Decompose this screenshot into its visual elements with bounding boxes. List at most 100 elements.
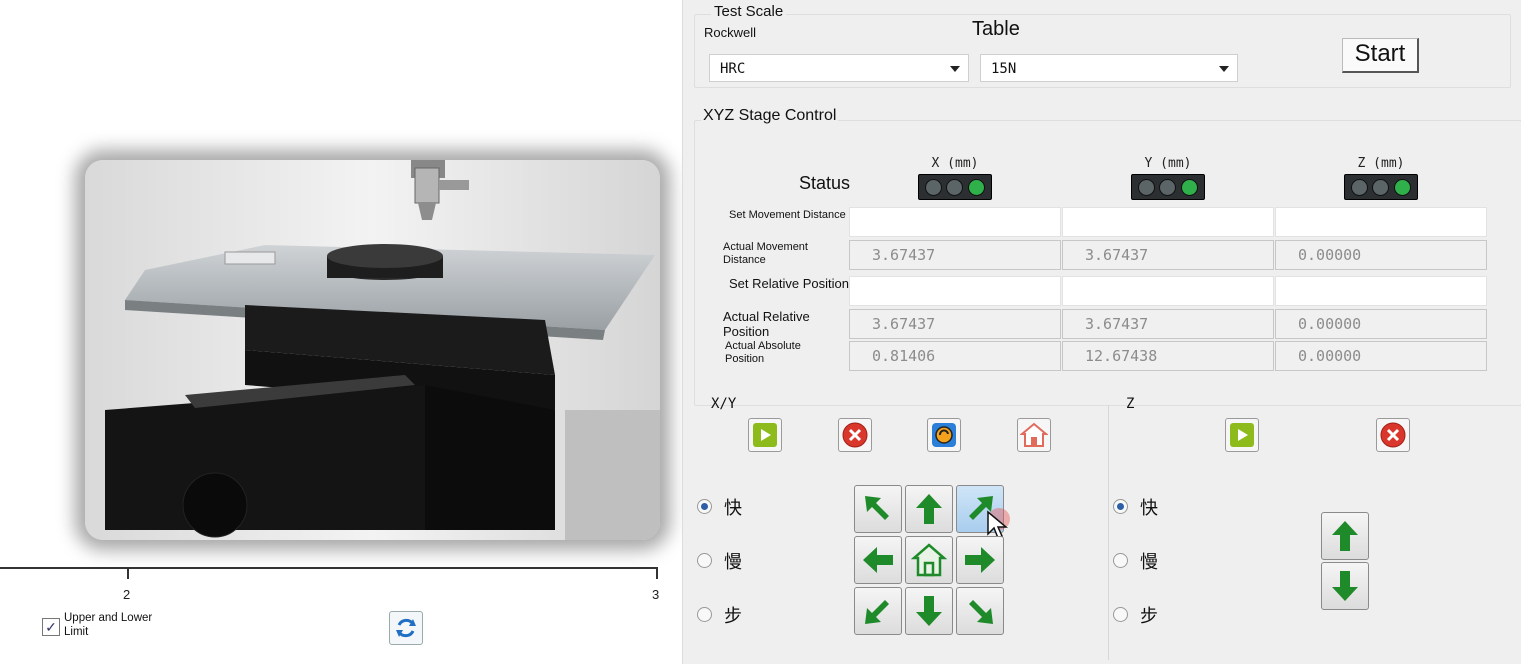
- move-left-button[interactable]: [854, 536, 902, 584]
- status-light-off: [1351, 178, 1369, 196]
- x-status-lights: [918, 174, 992, 200]
- move-up-left-button[interactable]: [854, 485, 902, 533]
- home-icon: [911, 543, 947, 577]
- status-light-off: [925, 178, 943, 196]
- arrow-down-left-icon: [865, 600, 889, 624]
- y-column-header: Y (mm): [1144, 156, 1192, 171]
- y-actual-movement: 3.67437: [1062, 240, 1274, 270]
- xy-speed-fast-label: 快: [724, 498, 742, 518]
- xyz-stage-title: XYZ Stage Control: [701, 107, 839, 125]
- z-move-down-button[interactable]: [1321, 562, 1369, 610]
- xy-panel-title: X/Y: [711, 396, 737, 412]
- status-light-off: [1159, 178, 1177, 196]
- limit-checkbox[interactable]: ✓: [42, 618, 60, 636]
- arrow-right-icon: [965, 547, 995, 573]
- arrow-down-icon: [1332, 571, 1358, 601]
- z-move-up-button[interactable]: [1321, 512, 1369, 560]
- start-button[interactable]: Start: [1342, 38, 1419, 73]
- arrow-up-icon: [1332, 521, 1358, 551]
- x-set-relative-input[interactable]: [849, 276, 1061, 306]
- status-light-off: [1372, 178, 1390, 196]
- x-actual-relative: 3.67437: [849, 309, 1061, 339]
- xy-speed-fast-radio[interactable]: [697, 499, 712, 514]
- xy-speed-step-radio[interactable]: [697, 607, 712, 622]
- z-speed-step-label: 步: [1140, 606, 1158, 626]
- test-scale-title: Test Scale: [711, 3, 787, 20]
- stage-photo: [85, 160, 660, 540]
- y-set-relative-input[interactable]: [1062, 276, 1274, 306]
- arrow-up-left-icon: [865, 496, 889, 520]
- xy-run-button[interactable]: [748, 418, 782, 452]
- z-speed-fast-label: 快: [1140, 498, 1158, 518]
- z-actual-absolute: 0.00000: [1275, 341, 1487, 371]
- actual-absolute-label: Actual Absolute Position: [725, 340, 801, 365]
- status-light-on: [967, 178, 985, 196]
- z-speed-fast-radio[interactable]: [1113, 499, 1128, 514]
- xy-speed-slow-label: 慢: [724, 552, 742, 572]
- arrow-down-icon: [916, 596, 942, 626]
- status-label: Status: [799, 173, 851, 193]
- chevron-down-icon: [1219, 66, 1229, 72]
- y-actual-relative: 3.67437: [1062, 309, 1274, 339]
- scale-select[interactable]: HRC: [709, 54, 969, 82]
- chevron-down-icon: [950, 66, 960, 72]
- z-run-button[interactable]: [1225, 418, 1259, 452]
- limit-checkbox-label: Upper and Lower Limit: [64, 612, 153, 638]
- play-icon: [753, 423, 777, 447]
- home-icon: [1020, 422, 1048, 447]
- y-status-lights: [1131, 174, 1205, 200]
- xy-home-button[interactable]: [1017, 418, 1051, 452]
- axis-tick: [656, 567, 658, 579]
- move-up-button[interactable]: [905, 485, 953, 533]
- x-column-header: X (mm): [931, 156, 979, 171]
- arrow-left-icon: [863, 547, 893, 573]
- set-relative-label: Set Relative Position: [729, 276, 849, 291]
- z-actual-relative: 0.00000: [1275, 309, 1487, 339]
- arrow-up-icon: [916, 494, 942, 524]
- z-stop-button[interactable]: [1376, 418, 1410, 452]
- refresh-icon: [396, 618, 416, 638]
- scale-axis: [0, 567, 658, 569]
- z-panel-title: Z: [1126, 396, 1135, 412]
- table-select[interactable]: 15N: [980, 54, 1238, 82]
- panel-divider: [1108, 405, 1109, 660]
- move-down-right-button[interactable]: [956, 587, 1004, 635]
- z-column-header: Z (mm): [1357, 156, 1405, 171]
- table-select-value: 15N: [991, 61, 1017, 77]
- actual-relative-label: Actual Relative Position: [723, 309, 810, 339]
- scale-type-label: Rockwell: [704, 25, 757, 40]
- move-down-button[interactable]: [905, 587, 953, 635]
- camera-view: [85, 160, 660, 540]
- status-light-off: [1138, 178, 1156, 196]
- x-actual-absolute: 0.81406: [849, 341, 1061, 371]
- actual-movement-label: Actual Movement Distance: [723, 241, 808, 266]
- z-speed-slow-radio[interactable]: [1113, 553, 1128, 568]
- axis-tick-label: 2: [123, 587, 131, 602]
- x-actual-movement: 3.67437: [849, 240, 1061, 270]
- move-down-left-button[interactable]: [854, 587, 902, 635]
- xy-speed-slow-radio[interactable]: [697, 553, 712, 568]
- z-speed-step-radio[interactable]: [1113, 607, 1128, 622]
- z-status-lights: [1344, 174, 1418, 200]
- y-set-movement-input[interactable]: [1062, 207, 1274, 237]
- origin-icon: [932, 423, 956, 447]
- play-icon: [1230, 423, 1254, 447]
- z-speed-slow-label: 慢: [1140, 552, 1158, 572]
- set-movement-label: Set Movement Distance: [729, 209, 846, 221]
- refresh-button[interactable]: [389, 611, 423, 645]
- axis-tick: [127, 567, 129, 579]
- status-light-on: [1393, 178, 1411, 196]
- status-light-on: [1180, 178, 1198, 196]
- xy-stop-button[interactable]: [838, 418, 872, 452]
- stop-icon: [1380, 422, 1406, 448]
- xy-set-origin-button[interactable]: [927, 418, 961, 452]
- scale-select-value: HRC: [720, 61, 746, 77]
- arrow-down-right-icon: [969, 600, 993, 624]
- z-set-relative-input[interactable]: [1275, 276, 1487, 306]
- stop-icon: [842, 422, 868, 448]
- z-set-movement-input[interactable]: [1275, 207, 1487, 237]
- move-right-button[interactable]: [956, 536, 1004, 584]
- x-set-movement-input[interactable]: [849, 207, 1061, 237]
- z-actual-movement: 0.00000: [1275, 240, 1487, 270]
- move-home-button[interactable]: [905, 536, 953, 584]
